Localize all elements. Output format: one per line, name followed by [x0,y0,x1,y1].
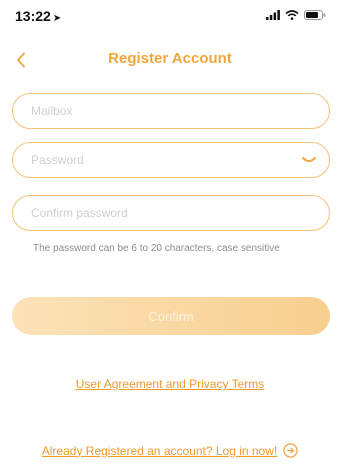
confirm-password-input[interactable] [13,196,301,230]
nav-bar: Register Account [0,44,340,76]
password-hint: The password can be 6 to 20 characters, … [33,243,280,254]
login-row: Already Registered an account? Log in no… [0,443,340,458]
eye-closed-icon[interactable] [299,152,319,168]
login-link[interactable]: Already Registered an account? Log in no… [42,444,277,458]
confirm-password-field[interactable] [12,195,330,231]
status-bar: 13:22 ➤ [0,0,340,34]
mailbox-input[interactable] [13,94,301,128]
arrow-right-circle-icon[interactable] [283,443,298,458]
confirm-button[interactable]: Confirm [12,297,330,335]
status-icons [266,10,326,20]
page-title: Register Account [108,50,232,67]
battery-icon [304,10,326,20]
mailbox-field[interactable] [12,93,330,129]
status-time-text: 13:22 [15,8,51,24]
signal-icon [266,10,280,20]
location-arrow-icon: ➤ [52,13,62,24]
user-agreement-link[interactable]: User Agreement and Privacy Terms [0,377,340,391]
password-input[interactable] [13,143,301,177]
wifi-icon [285,10,299,20]
status-time: 13:22 ➤ [15,8,61,24]
password-field[interactable] [12,142,330,178]
